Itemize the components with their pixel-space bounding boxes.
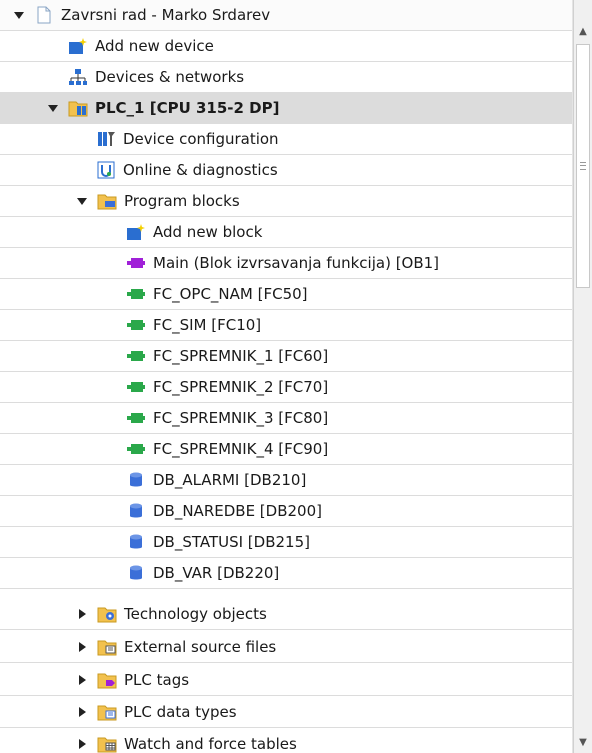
expand-arrow-icon[interactable] [75,673,89,687]
project-tree: Zavrsni rad - Marko Srdarev Add new devi… [0,0,573,753]
fc-block-icon [126,378,146,396]
fc-block-icon [126,316,146,334]
tree-item-device-configuration[interactable]: Device configuration [0,124,572,155]
fc-block-icon [126,440,146,458]
project-icon [34,6,54,24]
fc-block-icon [126,409,146,427]
tree-item-plc[interactable]: PLC_1 [CPU 315-2 DP] [0,93,572,124]
collapse-arrow-icon[interactable] [46,101,60,115]
block-label: FC_OPC_NAM [FC50] [153,284,308,303]
tree-item-plc-data-types[interactable]: PLC data types [0,697,572,728]
db-block-icon [126,533,146,551]
tree-item-technology-objects[interactable]: Technology objects [0,599,572,630]
ob-block-icon [126,254,146,272]
tree-item-block-fc90[interactable]: FC_SPREMNIK_4 [FC90] [0,434,572,465]
expand-arrow-icon[interactable] [75,607,89,621]
tree-item-program-blocks[interactable]: Program blocks [0,186,572,217]
block-label: DB_STATUSI [DB215] [153,532,310,551]
block-label: DB_NAREDBE [DB200] [153,501,322,520]
plc-icon [68,99,88,117]
project-label: Zavrsni rad - Marko Srdarev [61,5,271,24]
block-label: DB_ALARMI [DB210] [153,470,307,489]
block-label: FC_SIM [FC10] [153,315,262,334]
tree-item-watch-force-tables[interactable]: Watch and force tables [0,729,572,753]
vertical-scrollbar[interactable]: ▲ ▼ [573,0,592,753]
block-label: FC_SPREMNIK_3 [FC80] [153,408,329,427]
device-configuration-label: Device configuration [123,129,279,148]
add-block-label: Add new block [153,222,263,241]
folder-technology-icon [97,605,117,623]
db-block-icon [126,502,146,520]
plc-tags-label: PLC tags [124,670,190,689]
expand-arrow-icon[interactable] [75,737,89,751]
program-blocks-label: Program blocks [124,191,240,210]
tree-item-plc-tags[interactable]: PLC tags [0,665,572,696]
tree-item-online-diagnostics[interactable]: Online & diagnostics [0,155,572,186]
collapse-arrow-icon[interactable] [75,194,89,208]
scrollbar-thumb[interactable] [576,44,590,288]
tree-item-external-source-files[interactable]: External source files [0,632,572,663]
technology-objects-label: Technology objects [124,604,267,623]
tree-item-block-db210[interactable]: DB_ALARMI [DB210] [0,465,572,496]
folder-data-types-icon [97,703,117,721]
devices-networks-label: Devices & networks [95,67,245,86]
tree-item-block-db220[interactable]: DB_VAR [DB220] [0,558,572,589]
tree-item-project[interactable]: Zavrsni rad - Marko Srdarev [0,0,572,31]
folder-source-icon [97,638,117,656]
online-diagnostics-icon [96,161,116,179]
block-label: FC_SPREMNIK_1 [FC60] [153,346,329,365]
tree-item-block-fc50[interactable]: FC_OPC_NAM [FC50] [0,279,572,310]
tree-item-devices-networks[interactable]: Devices & networks [0,62,572,93]
tree-item-block-fc80[interactable]: FC_SPREMNIK_3 [FC80] [0,403,572,434]
fc-block-icon [126,347,146,365]
tree-item-block-db200[interactable]: DB_NAREDBE [DB200] [0,496,572,527]
add-device-label: Add new device [95,36,214,55]
db-block-icon [126,471,146,489]
tree-item-add-block[interactable]: Add new block [0,217,572,248]
block-label: FC_SPREMNIK_4 [FC90] [153,439,329,458]
folder-blocks-icon [97,192,117,210]
expand-arrow-icon[interactable] [75,640,89,654]
scroll-up-icon[interactable]: ▲ [575,22,591,40]
device-configuration-icon [96,130,116,148]
fc-block-icon [126,285,146,303]
tree-item-block-ob1[interactable]: Main (Blok izvrsavanja funkcija) [OB1] [0,248,572,279]
online-diagnostics-label: Online & diagnostics [123,160,278,179]
folder-tags-icon [97,671,117,689]
scroll-down-icon[interactable]: ▼ [575,733,591,751]
external-source-files-label: External source files [124,637,277,656]
db-block-icon [126,564,146,582]
tree-item-block-db215[interactable]: DB_STATUSI [DB215] [0,527,572,558]
tree-item-block-fc70[interactable]: FC_SPREMNIK_2 [FC70] [0,372,572,403]
add-device-icon [68,37,88,55]
plc-label: PLC_1 [CPU 315-2 DP] [95,98,280,117]
collapse-arrow-icon[interactable] [12,8,26,22]
network-icon [68,68,88,86]
folder-watch-icon [97,735,117,753]
grip-icon [580,162,586,170]
tree-item-block-fc10[interactable]: FC_SIM [FC10] [0,310,572,341]
plc-data-types-label: PLC data types [124,702,237,721]
expand-arrow-icon[interactable] [75,705,89,719]
watch-force-tables-label: Watch and force tables [124,734,297,753]
tree-item-block-fc60[interactable]: FC_SPREMNIK_1 [FC60] [0,341,572,372]
block-label: Main (Blok izvrsavanja funkcija) [OB1] [153,253,440,272]
add-block-icon [126,223,146,241]
tree-item-add-device[interactable]: Add new device [0,31,572,62]
block-label: FC_SPREMNIK_2 [FC70] [153,377,329,396]
block-label: DB_VAR [DB220] [153,563,280,582]
